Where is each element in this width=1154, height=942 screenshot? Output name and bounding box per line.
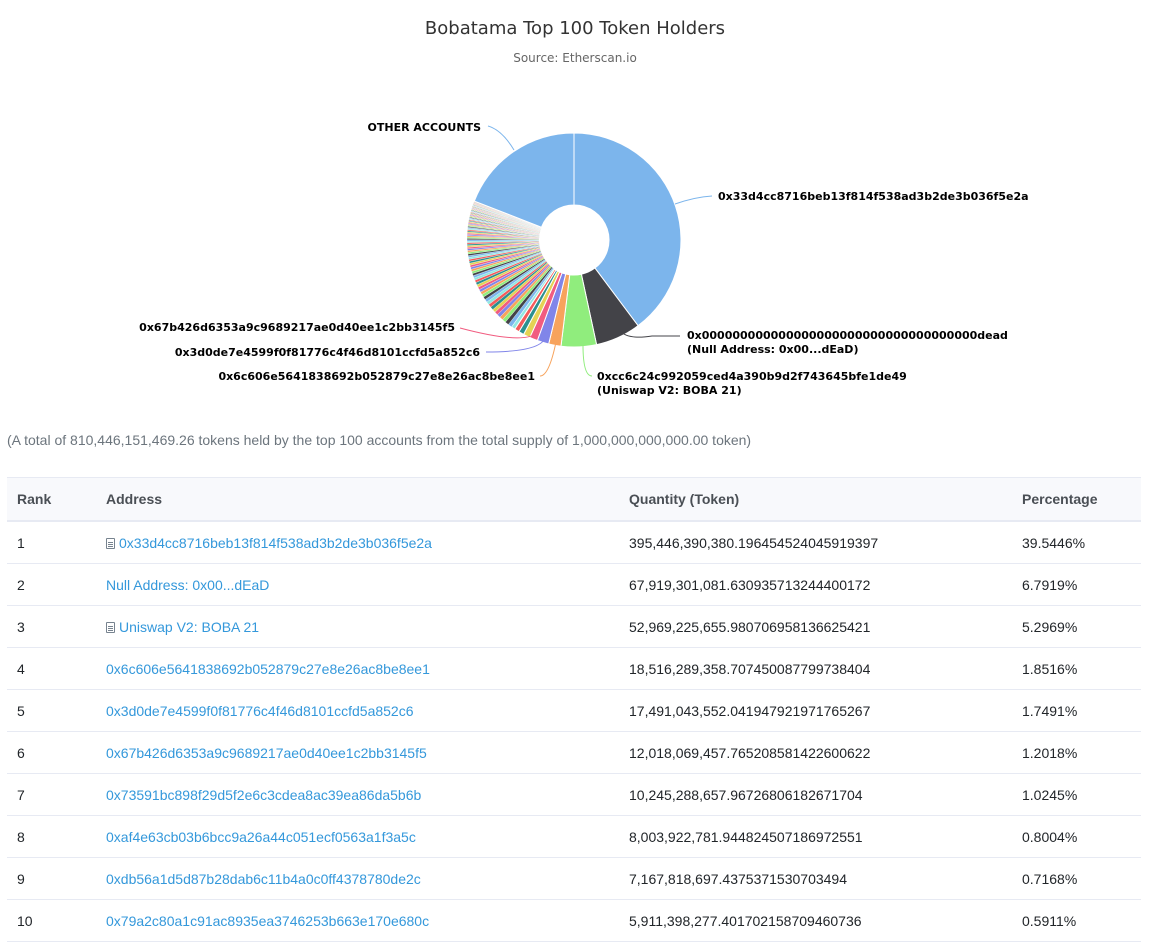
cell-quantity: 5,911,398,277.401702158709460736 xyxy=(619,899,1012,942)
cell-address: 0x3d0de7e4599f0f81776c4f46d8101ccfd5a852… xyxy=(96,689,619,732)
cell-address: Null Address: 0x00...dEaD xyxy=(96,563,619,606)
cell-address: 0xdb56a1d5d87b28dab6c11b4a0c0ff4378780de… xyxy=(96,857,619,900)
holder-address-link[interactable]: 0x79a2c80a1c91ac8935ea3746253b663e170e68… xyxy=(106,913,429,929)
cell-percentage: 0.5911% xyxy=(1012,899,1141,942)
table-row: 1 0x33d4cc8716beb13f814f538ad3b2de3b036f5… xyxy=(7,521,1141,564)
token-holders-chart: Bobatama Top 100 Token Holders Source: E… xyxy=(0,0,1154,420)
cell-percentage: 0.7168% xyxy=(1012,857,1141,900)
contract-file-icon xyxy=(106,621,115,633)
cell-rank: 2 xyxy=(7,563,96,606)
cell-quantity: 52,969,225,655.980706958136625421 xyxy=(619,605,1012,648)
cell-rank: 7 xyxy=(7,773,96,816)
holders-table-body: 1 0x33d4cc8716beb13f814f538ad3b2de3b036f5… xyxy=(7,521,1141,942)
holder-address-link[interactable]: Null Address: 0x00...dEaD xyxy=(106,577,269,593)
cell-rank: 6 xyxy=(7,731,96,774)
donut-chart-svg: Bobatama Top 100 Token Holders Source: E… xyxy=(139,18,1029,397)
cell-quantity: 10,245,288,657.96726806182671704 xyxy=(619,773,1012,816)
slice-label-3-address: 0xcc6c24c992059ced4a390b9d2f743645bfe1de… xyxy=(597,370,907,383)
cell-percentage: 1.0245% xyxy=(1012,773,1141,816)
holder-address-link[interactable]: 0xdb56a1d5d87b28dab6c11b4a0c0ff4378780de… xyxy=(106,871,421,887)
connector-other xyxy=(487,125,515,151)
cell-quantity: 17,491,043,552.041947921971765267 xyxy=(619,689,1012,732)
holder-address-link[interactable]: 0x3d0de7e4599f0f81776c4f46d8101ccfd5a852… xyxy=(106,703,414,719)
table-row: 10 0x79a2c80a1c91ac8935ea3746253b663e170e… xyxy=(7,899,1141,942)
donut-slices xyxy=(466,132,682,348)
holder-address-link[interactable]: 0x6c606e5641838692b052879c27e8e26ac8be8e… xyxy=(106,661,430,677)
cell-percentage: 0.8004% xyxy=(1012,815,1141,858)
cell-percentage: 1.7491% xyxy=(1012,689,1141,732)
table-row: 7 0x73591bc898f29d5f2e6c3cdea8ac39ea86da5… xyxy=(7,773,1141,816)
cell-quantity: 395,446,390,380.196454524045919397 xyxy=(619,521,1012,564)
connector-s4 xyxy=(539,341,557,377)
holder-address-link[interactable]: 0x33d4cc8716beb13f814f538ad3b2de3b036f5e… xyxy=(119,535,432,551)
cell-rank: 10 xyxy=(7,899,96,942)
slice-label-other: OTHER ACCOUNTS xyxy=(368,121,482,134)
slice-label-5: 0x3d0de7e4599f0f81776c4f46d8101ccfd5a852… xyxy=(175,346,481,359)
holder-address-link[interactable]: 0x67b426d6353a9c9689217ae0d40ee1c2bb3145… xyxy=(106,745,427,761)
cell-address: 0x67b426d6353a9c9689217ae0d40ee1c2bb3145… xyxy=(96,731,619,774)
cell-rank: 5 xyxy=(7,689,96,732)
header-rank[interactable]: Rank xyxy=(7,477,96,522)
cell-rank: 4 xyxy=(7,647,96,690)
holder-address-link[interactable]: Uniswap V2: BOBA 21 xyxy=(119,619,259,635)
cell-rank: 1 xyxy=(7,521,96,564)
cell-quantity: 8,003,922,781.944824507186972551 xyxy=(619,815,1012,858)
holder-address-link[interactable]: 0x73591bc898f29d5f2e6c3cdea8ac39ea86da5b… xyxy=(106,787,421,803)
cell-quantity: 18,516,289,358.707450087799738404 xyxy=(619,647,1012,690)
cell-percentage: 1.8516% xyxy=(1012,647,1141,690)
cell-percentage: 6.7919% xyxy=(1012,563,1141,606)
holders-table: Rank Address Quantity (Token) Percentage… xyxy=(7,477,1141,942)
chart-title: Bobatama Top 100 Token Holders xyxy=(425,18,725,39)
holder-address-link[interactable]: 0xaf4e63cb03b6bcc9a26a44c051ecf0563a1f3a… xyxy=(106,829,416,845)
table-row: 3 Uniswap V2: BOBA 21 52,969,225,655.98070… xyxy=(7,605,1141,648)
cell-address: 0x73591bc898f29d5f2e6c3cdea8ac39ea86da5b… xyxy=(96,773,619,816)
cell-rank: 3 xyxy=(7,605,96,648)
cell-percentage: 39.5446% xyxy=(1012,521,1141,564)
table-row: 8 0xaf4e63cb03b6bcc9a26a44c051ecf0563a1f3… xyxy=(7,815,1141,858)
cell-quantity: 67,919,301,081.630935713244400172 xyxy=(619,563,1012,606)
table-row: 5 0x3d0de7e4599f0f81776c4f46d8101ccfd5a85… xyxy=(7,689,1141,732)
header-address[interactable]: Address xyxy=(96,477,619,522)
contract-file-icon xyxy=(106,537,115,549)
slice-label-4: 0x6c606e5641838692b052879c27e8e26ac8be8e… xyxy=(218,370,535,383)
table-row: 2 Null Address: 0x00...dEaD 67,919,301,081… xyxy=(7,563,1141,606)
header-quantity[interactable]: Quantity (Token) xyxy=(619,477,1012,522)
holders-summary: (A total of 810,446,151,469.26 tokens he… xyxy=(7,432,752,448)
slice-label-1: 0x33d4cc8716beb13f814f538ad3b2de3b036f5e… xyxy=(718,190,1029,203)
cell-address: Uniswap V2: BOBA 21 xyxy=(96,605,619,648)
cell-rank: 9 xyxy=(7,857,96,900)
table-header-row: Rank Address Quantity (Token) Percentage xyxy=(7,477,1141,522)
cell-rank: 8 xyxy=(7,815,96,858)
slice-label-3-name: (Uniswap V2: BOBA 21) xyxy=(597,384,742,397)
chart-subtitle: Source: Etherscan.io xyxy=(513,51,637,65)
table-row: 6 0x67b426d6353a9c9689217ae0d40ee1c2bb314… xyxy=(7,731,1141,774)
cell-percentage: 1.2018% xyxy=(1012,731,1141,774)
table-row: 9 0xdb56a1d5d87b28dab6c11b4a0c0ff4378780d… xyxy=(7,857,1141,900)
cell-address: 0x33d4cc8716beb13f814f538ad3b2de3b036f5e… xyxy=(96,521,619,564)
header-percentage[interactable]: Percentage xyxy=(1012,477,1141,522)
connector-s3 xyxy=(582,344,593,377)
slice-label-6: 0x67b426d6353a9c9689217ae0d40ee1c2bb3145… xyxy=(139,321,455,334)
slice-label-2-name: (Null Address: 0x00...dEaD) xyxy=(687,343,858,356)
cell-quantity: 12,018,069,457.765208581422600622 xyxy=(619,731,1012,774)
slice-label-2-address: 0x000000000000000000000000000000000000de… xyxy=(687,329,1008,342)
cell-quantity: 7,167,818,697.4375371530703494 xyxy=(619,857,1012,900)
cell-percentage: 5.2969% xyxy=(1012,605,1141,648)
cell-address: 0xaf4e63cb03b6bcc9a26a44c051ecf0563a1f3a… xyxy=(96,815,619,858)
cell-address: 0x79a2c80a1c91ac8935ea3746253b663e170e68… xyxy=(96,899,619,942)
cell-address: 0x6c606e5641838692b052879c27e8e26ac8be8e… xyxy=(96,647,619,690)
connector-s1 xyxy=(674,195,713,205)
table-row: 4 0x6c606e5641838692b052879c27e8e26ac8be8… xyxy=(7,647,1141,690)
